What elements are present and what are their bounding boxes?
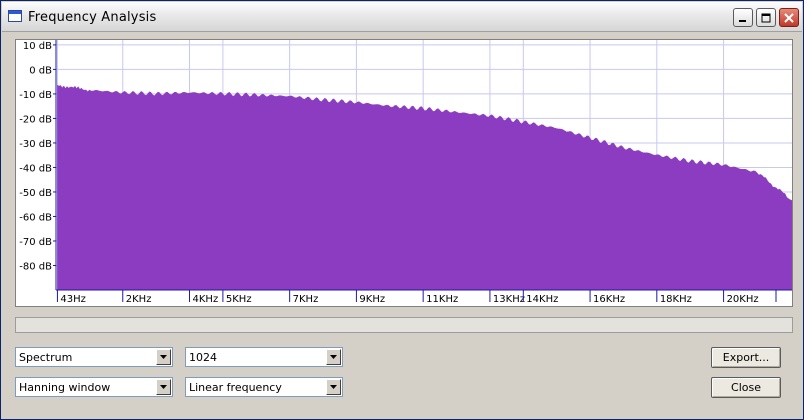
y-tick-label: -30 dB [19, 139, 52, 150]
maximize-button[interactable] [756, 8, 776, 27]
y-tick-label: -50 dB [19, 188, 52, 199]
window-function-select[interactable]: Hanning window [15, 377, 173, 397]
y-tick-label: -60 dB [19, 212, 52, 223]
dropdown-arrow-icon[interactable] [156, 379, 171, 395]
window-function-select-value: Hanning window [19, 381, 111, 394]
y-tick-label: -70 dB [19, 237, 52, 248]
x-tick-label: 5KHz [226, 294, 252, 305]
export-button[interactable]: Export... [711, 347, 781, 368]
close-window-button[interactable] [779, 8, 799, 27]
y-tick-label: -10 dB [19, 90, 52, 101]
dropdown-arrow-icon[interactable] [156, 349, 171, 365]
maximize-icon [761, 13, 771, 22]
x-tick-label: 16KHz [593, 294, 625, 305]
x-tick-label: 4KHz [193, 294, 219, 305]
x-tick-label: 13KHz [493, 294, 525, 305]
x-tick-label: 9KHz [359, 294, 385, 305]
minimize-button[interactable] [733, 8, 753, 27]
y-tick-label: -40 dB [19, 163, 52, 174]
close-button[interactable]: Close [711, 377, 781, 398]
dropdown-arrow-icon[interactable] [326, 349, 341, 365]
axis-select[interactable]: Linear frequency [185, 377, 343, 397]
minimize-icon [739, 19, 746, 22]
algorithm-select[interactable]: Spectrum [15, 347, 173, 367]
x-tick-label: 43Hz [60, 294, 86, 305]
y-tick-label: 10 dB [23, 41, 52, 52]
progress-bar [15, 317, 793, 333]
spectrum-chart: 10 dB 0 dB -10 dB -20 dB -30 dB -40 dB -50 dB -… [19, 40, 792, 305]
dropdown-arrow-icon[interactable] [326, 379, 341, 395]
x-tick-label: 14KHz [526, 294, 558, 305]
frequency-analysis-window: Frequency Analysis 10 dB 0 dB -10 dB -20 dB… [0, 0, 804, 420]
x-tick-label: 11KHz [426, 294, 458, 305]
spectrum-plot[interactable]: 10 dB 0 dB -10 dB -20 dB -30 dB -40 dB -50 dB -… [15, 39, 793, 307]
window-title: Frequency Analysis [28, 10, 157, 25]
algorithm-select-value: Spectrum [19, 351, 73, 364]
close-icon [784, 12, 794, 23]
x-tick-label: 7KHz [293, 294, 319, 305]
y-tick-label: -80 dB [19, 261, 52, 272]
y-tick-label: -20 dB [19, 114, 52, 125]
y-tick-label: 0 dB [29, 65, 52, 76]
title-bar[interactable]: Frequency Analysis [2, 2, 802, 32]
size-select-value: 1024 [189, 351, 217, 364]
x-tick-label: 18KHz [660, 294, 692, 305]
window-app-icon[interactable] [8, 10, 22, 22]
axis-select-value: Linear frequency [189, 381, 282, 394]
size-select[interactable]: 1024 [185, 347, 343, 367]
x-tick-label: 2KHz [126, 294, 152, 305]
x-tick-label: 20KHz [727, 294, 759, 305]
